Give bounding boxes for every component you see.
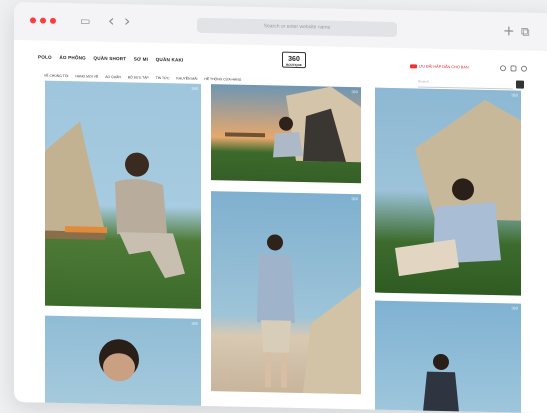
lookbook-photo-4[interactable]: 360 xyxy=(375,87,521,296)
person-head xyxy=(433,353,449,370)
back-icon[interactable]: ‹ xyxy=(108,11,114,30)
photo-badge: 360 xyxy=(351,89,358,95)
close-window-button[interactable] xyxy=(30,17,36,24)
person-shirt xyxy=(257,254,295,323)
photo-2-scene xyxy=(225,86,361,163)
photo-4-scene xyxy=(395,99,521,277)
promo-text: ƯU ĐÃI HẤP DẪN CHO BẠN xyxy=(419,64,469,70)
lookbook-photo-2[interactable]: 360 xyxy=(211,84,361,184)
tabs-overview-icon[interactable]: ⧉ xyxy=(521,25,530,39)
header-icons xyxy=(500,65,527,72)
address-bar[interactable]: Search or enter website name xyxy=(197,17,397,38)
photo-badge: 360 xyxy=(191,85,198,91)
lookbook-photo-1[interactable]: 360 xyxy=(45,80,201,309)
nav-item-polo[interactable]: POLO xyxy=(38,55,52,60)
minimize-window-button[interactable] xyxy=(40,17,46,24)
nav2-item-stores[interactable]: HỆ THỐNG CỬA HÀNG xyxy=(204,77,241,82)
lookbook-photo-3[interactable]: 360 xyxy=(211,191,361,395)
nav-item-ao-phong[interactable]: ÁO PHÔNG xyxy=(59,55,86,61)
person-head xyxy=(125,152,149,177)
nav-item-quan-kaki[interactable]: QUẦN KAKI xyxy=(156,57,184,63)
person-head xyxy=(267,234,283,251)
nav2-item-apparel[interactable]: ÁO QUẦN xyxy=(105,75,121,79)
table-shape xyxy=(225,132,265,138)
photo-6-scene xyxy=(423,353,459,413)
promo-flag-icon xyxy=(410,64,417,69)
photo-3-scene xyxy=(257,234,361,395)
logo-tag: BOUTIQUE xyxy=(286,62,302,68)
person-shirt xyxy=(115,179,167,235)
browser-window: ▭ ‹ › Search or enter website name + ⧉ P… xyxy=(14,2,547,413)
photo-badge: 360 xyxy=(351,196,358,202)
photo-badge: 360 xyxy=(511,92,518,98)
tent-shape xyxy=(415,99,521,221)
nav2-item-news[interactable]: TIN TỨC xyxy=(156,76,170,80)
primary-nav: POLO ÁO PHÔNG QUẦN SHORT SƠ MI QUẦN KAKI xyxy=(38,55,190,63)
nav2-item-promo[interactable]: KHUYẾN MÃI xyxy=(176,76,197,80)
lookbook-photo-6[interactable]: 360 xyxy=(375,300,521,413)
photo-1-scene xyxy=(45,121,185,279)
nav2-item-about[interactable]: VỀ CHÚNG TÔI xyxy=(44,74,68,79)
photo-badge: 360 xyxy=(191,320,198,326)
nav2-item-new[interactable]: HÀNG MỚI VỀ xyxy=(75,74,98,78)
maximize-window-button[interactable] xyxy=(50,17,56,24)
website: POLO ÁO PHÔNG QUẦN SHORT SƠ MI QUẦN KAKI… xyxy=(14,40,547,413)
nav-item-quan-short[interactable]: QUẦN SHORT xyxy=(93,56,126,62)
tent-shape xyxy=(45,121,105,232)
person-legs xyxy=(265,352,287,388)
person-shirt xyxy=(273,131,303,158)
promo-banner[interactable]: ƯU ĐÃI HẤP DẪN CHO BẠN xyxy=(410,64,469,70)
lookbook-photo-5[interactable]: 360 xyxy=(45,315,201,409)
forward-icon[interactable]: › xyxy=(124,11,130,30)
food-tray xyxy=(65,226,107,233)
user-icon[interactable] xyxy=(500,65,506,72)
person-shorts xyxy=(261,320,291,353)
person-shorts xyxy=(119,232,185,279)
photo-badge: 360 xyxy=(511,305,518,311)
nav2-item-collection[interactable]: BỘ SƯU TẬP xyxy=(128,75,149,79)
person-shorts xyxy=(395,239,459,277)
nav-item-so-mi[interactable]: SƠ MI xyxy=(134,57,148,62)
bag-icon[interactable] xyxy=(510,65,517,72)
sidebar-toggle-icon[interactable]: ▭ xyxy=(80,14,90,27)
new-tab-icon[interactable]: + xyxy=(503,23,515,39)
search-icon[interactable] xyxy=(516,80,524,89)
site-logo[interactable]: 360 BOUTIQUE xyxy=(282,51,306,69)
settings-icon[interactable] xyxy=(521,65,527,72)
photo-5-scene xyxy=(99,339,139,382)
